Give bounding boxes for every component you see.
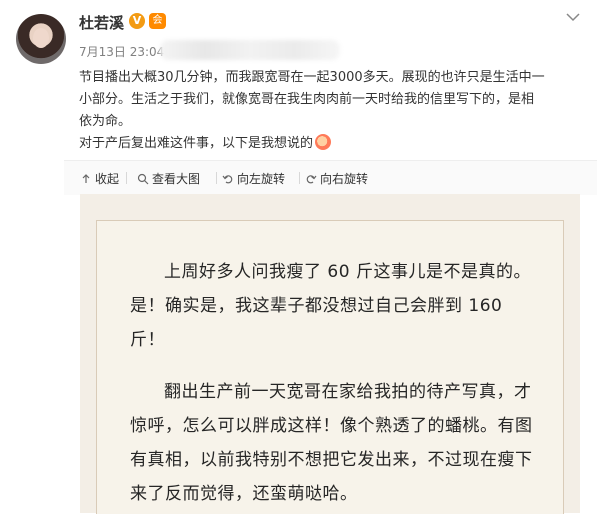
rotate-left-icon xyxy=(222,174,233,183)
post-text-line: 小部分。生活之于我们，就像宽哥在我生肉肉前一天时给我的信里写下的，是相 xyxy=(79,92,535,107)
post-text-line: 节目播出大概30几分钟，而我跟宽哥在一起3000多天。展现的也许只是生活中一 xyxy=(79,70,545,85)
collapse-label: 收起 xyxy=(95,172,120,186)
post-text-line: 对于产后复出难这件事，以下是我想说的 xyxy=(79,136,314,151)
rotate-right-label: 向右旋转 xyxy=(320,172,369,186)
member-badge: 会 xyxy=(149,13,166,29)
divider xyxy=(126,172,127,184)
post-text-line: 依为命。 xyxy=(79,114,132,129)
emoji-icon xyxy=(315,134,332,150)
view-large-label: 查看大图 xyxy=(152,172,201,186)
chevron-down-icon[interactable] xyxy=(565,11,581,23)
view-large-button[interactable]: 查看大图 xyxy=(137,170,200,187)
verified-badge: V xyxy=(129,13,145,29)
rotate-right-button[interactable]: 向右旋转 xyxy=(305,170,368,187)
divider xyxy=(216,172,217,184)
search-icon xyxy=(137,173,149,184)
letter-paragraph: 上周好多人问我瘦了 60 斤这事儿是不是真的。是！确实是，我这辈子都没想过自己会… xyxy=(130,262,531,350)
divider xyxy=(299,172,300,184)
avatar-face xyxy=(33,28,49,48)
post-text: 节目播出大概30几分钟，而我跟宽哥在一起3000多天。展现的也许只是生活中一 小… xyxy=(79,67,584,155)
avatar[interactable] xyxy=(16,14,66,64)
author-name[interactable]: 杜若溪 xyxy=(79,12,124,33)
post-text-last-line: 对于产后复出难这件事，以下是我想说的 xyxy=(79,133,584,155)
rotate-right-icon xyxy=(306,174,317,183)
rotate-left-button[interactable]: 向左旋转 xyxy=(222,170,285,187)
letter-image: 上周好多人问我瘦了 60 斤这事儿是不是真的。是！确实是，我这辈子都没想过自己会… xyxy=(96,220,564,514)
image-toolbar: 收起 查看大图 向左旋转 向右旋转 xyxy=(64,160,597,195)
blurred-source xyxy=(160,40,340,60)
rotate-left-label: 向左旋转 xyxy=(237,172,286,186)
collapse-button[interactable]: 收起 xyxy=(80,170,119,187)
post-time[interactable]: 7月13日 23:04 xyxy=(79,43,164,60)
letter-paragraph: 翻出生产前一天宽哥在家给我拍的待产写真，才惊呼，怎么可以胖成这样！像个熟透了的蟠… xyxy=(130,382,533,504)
arrow-up-icon xyxy=(82,173,90,183)
